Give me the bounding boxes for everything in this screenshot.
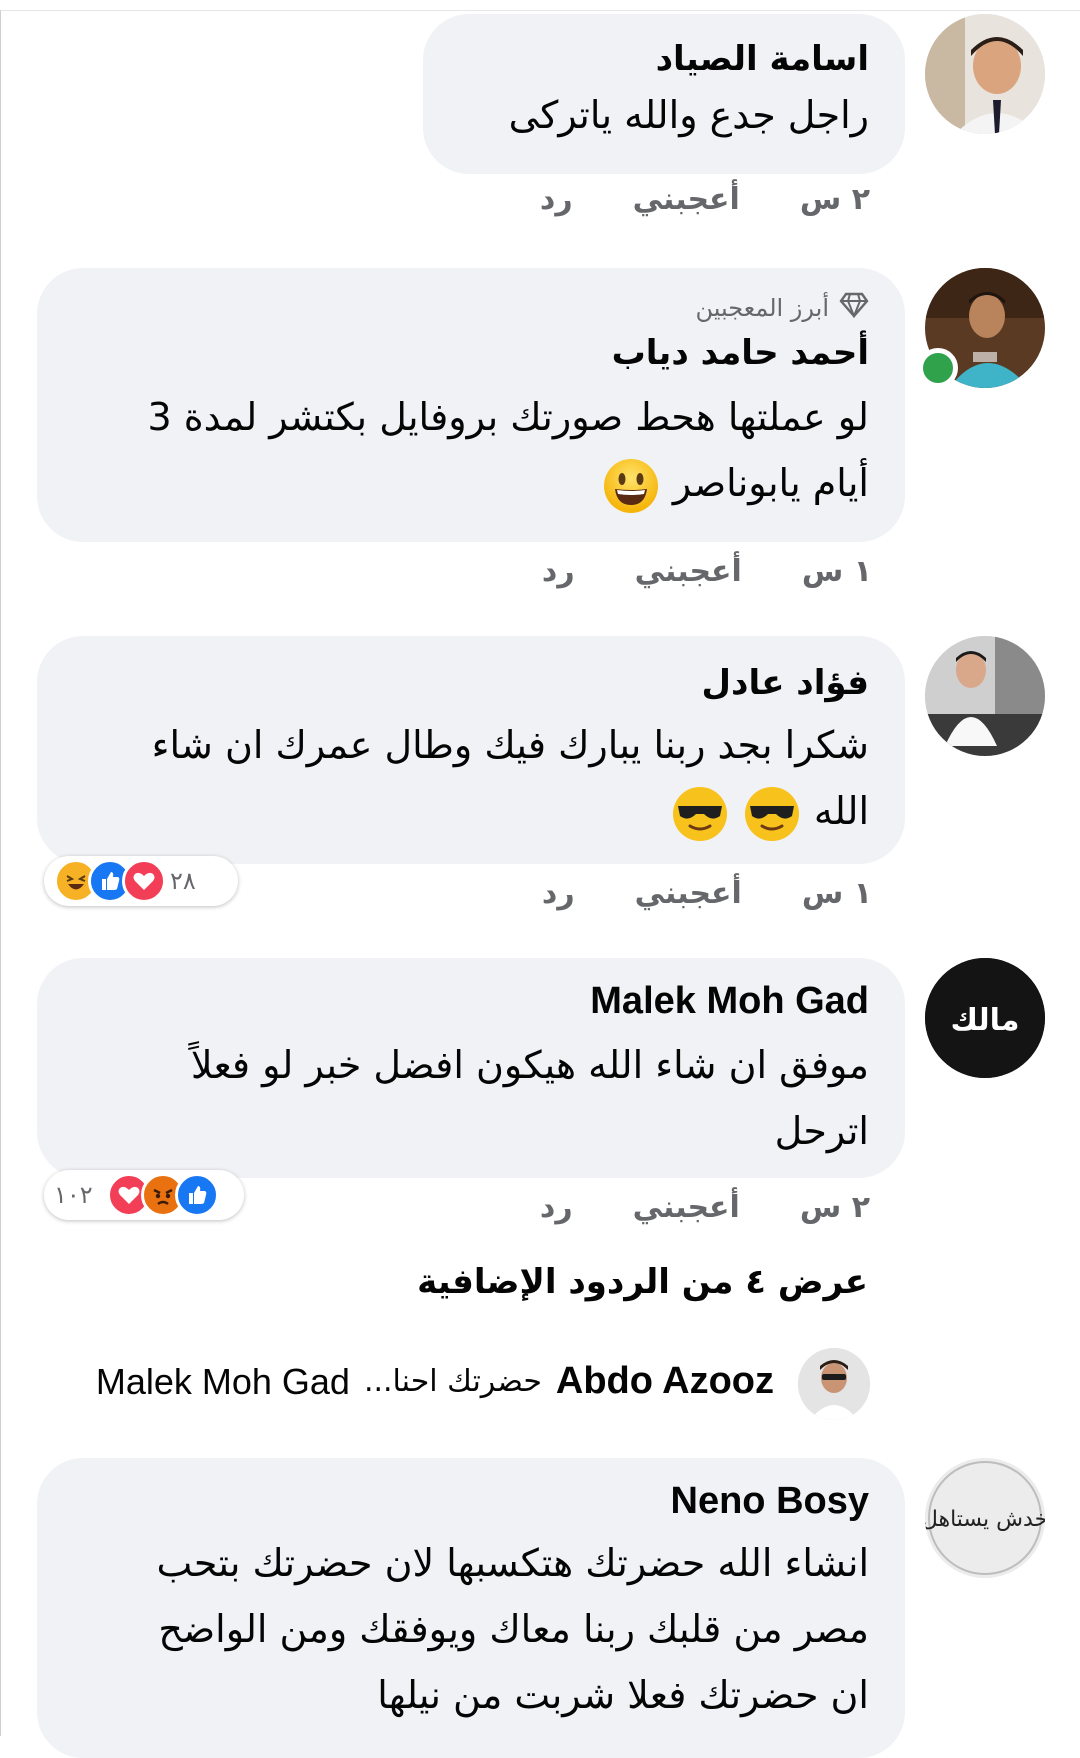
love-reaction-icon xyxy=(122,859,166,903)
comment-text-line: انشاء الله حضرتك هتكسبها لان حضرتك بتحب xyxy=(156,1541,869,1585)
reaction-count: ٢٨ xyxy=(170,867,196,895)
comment-author[interactable]: Neno Bosy xyxy=(73,1478,869,1524)
avatar[interactable] xyxy=(925,14,1045,134)
comment-time[interactable]: ١ س xyxy=(802,554,872,589)
grinning-face-icon xyxy=(603,458,659,514)
comment-actions: ١ س أعجبني رد xyxy=(542,876,872,911)
svg-text:خدش يستاهل: خدش يستاهل xyxy=(925,1507,1045,1532)
avatar[interactable]: مالك xyxy=(925,958,1045,1078)
svg-text:مالك: مالك xyxy=(950,1003,1019,1038)
comment-text: راجل جدع والله ياتركى xyxy=(508,93,869,137)
reply-preview[interactable]: Abdo Azooz حضرتك احنا... Malek Moh Gad xyxy=(96,1360,774,1403)
like-button[interactable]: أعجبني xyxy=(633,1190,740,1225)
online-status-dot xyxy=(918,348,958,388)
comment-bubble: Malek Moh Gad موفق ان شاء الله هيكون افض… xyxy=(37,958,905,1178)
comment-bubble: اسامة الصياد راجل جدع والله ياتركى xyxy=(423,14,905,174)
avatar[interactable]: خدش يستاهل xyxy=(925,1458,1045,1578)
like-reaction-icon xyxy=(174,1173,219,1217)
view-more-replies-link[interactable]: عرض ٤ من الردود الإضافية xyxy=(417,1262,868,1302)
comment-text-line: ان حضرتك فعلا شربت من نيلها xyxy=(377,1673,869,1717)
reply-button[interactable]: رد xyxy=(540,1190,573,1225)
reply-target: Malek Moh Gad xyxy=(95,1360,350,1402)
like-button[interactable]: أعجبني xyxy=(635,554,742,589)
reply-button[interactable]: رد xyxy=(542,876,575,911)
comment-bubble: فؤاد عادل شكرا بجد ربنا يبارك فيك وطال ع… xyxy=(37,636,905,864)
sunglasses-face-icon xyxy=(672,786,728,842)
avatar[interactable] xyxy=(925,636,1045,756)
like-button[interactable]: أعجبني xyxy=(635,876,742,911)
comment-author[interactable]: أحمد حامد دياب xyxy=(73,330,869,376)
comment-actions: ١ س أعجبني رد xyxy=(542,554,872,589)
reactions-summary[interactable]: ١٠٢ xyxy=(44,1170,244,1220)
comment-actions: ٢ س أعجبني رد xyxy=(540,1190,870,1225)
top-fan-badge[interactable]: أبرز المعجبين xyxy=(73,292,869,324)
comment-time[interactable]: ١ س xyxy=(802,876,872,911)
comment-text-line: موفق ان شاء الله هيكون افضل خبر لو فعلاً xyxy=(190,1043,869,1087)
comment-time[interactable]: ٢ س xyxy=(800,1190,870,1225)
reply-button[interactable]: رد xyxy=(542,554,575,589)
comment-author[interactable]: Malek Moh Gad xyxy=(73,978,869,1024)
comment-author[interactable]: اسامة الصياد xyxy=(459,36,869,82)
comment-text-line: مصر من قلبك ربنا معاك ويوفقك ومن الواضح xyxy=(158,1607,869,1651)
comment-text-line: الله xyxy=(73,778,869,844)
diamond-icon xyxy=(839,292,869,324)
comment-author[interactable]: فؤاد عادل xyxy=(73,660,869,706)
top-fan-label: أبرز المعجبين xyxy=(695,294,830,322)
top-divider xyxy=(0,10,1080,11)
comment-text-line: اترحل xyxy=(774,1109,869,1153)
reply-author[interactable]: Abdo Azooz xyxy=(556,1360,774,1403)
like-button[interactable]: أعجبني xyxy=(633,182,740,217)
left-divider xyxy=(0,10,1,1736)
reactions-summary[interactable]: ٢٨ xyxy=(44,856,238,906)
comment-text-line: أيام يابوناصر xyxy=(73,450,869,516)
avatar[interactable] xyxy=(798,1348,870,1420)
comment-time[interactable]: ٢ س xyxy=(800,182,870,217)
comment-bubble: Neno Bosy انشاء الله حضرتك هتكسبها لان ح… xyxy=(37,1458,905,1758)
reply-button[interactable]: رد xyxy=(540,182,573,217)
sunglasses-face-icon xyxy=(744,786,800,842)
reaction-count: ١٠٢ xyxy=(54,1181,93,1209)
comment-text-line: لو عملتها هحط صورتك بروفايل بكتشر لمدة 3 xyxy=(147,395,869,439)
reply-text: حضرتك احنا... xyxy=(363,1364,542,1399)
comment-actions: ٢ س أعجبني رد xyxy=(540,182,870,217)
comment-text-line: شكرا بجد ربنا يبارك فيك وطال عمرك ان شاء xyxy=(151,723,869,767)
comment-bubble: أبرز المعجبين أحمد حامد دياب لو عملتها ه… xyxy=(37,268,905,542)
